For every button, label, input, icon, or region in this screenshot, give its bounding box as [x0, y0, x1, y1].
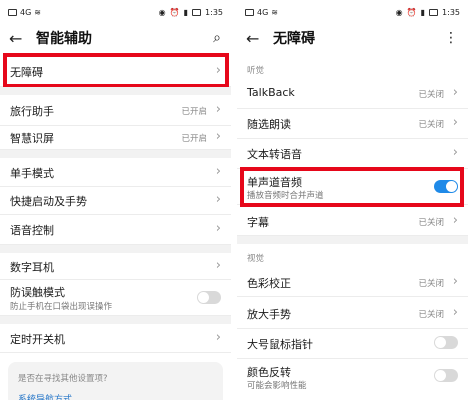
- item-label: 颜色反转: [247, 366, 291, 379]
- chevron-right-icon: ›: [215, 221, 221, 236]
- item-label: 放大手势: [247, 308, 291, 321]
- section-header-hearing: 听觉: [247, 66, 265, 76]
- back-arrow-icon[interactable]: ←: [9, 30, 22, 48]
- item-label: 色彩校正: [247, 277, 291, 290]
- item-label: 字幕: [247, 216, 269, 229]
- item-label: 数字耳机: [10, 261, 54, 274]
- chevron-right-icon: ›: [452, 145, 458, 160]
- item-label: 旅行助手: [10, 105, 54, 118]
- accidental-touch-toggle[interactable]: [197, 291, 221, 304]
- chevron-right-icon: ›: [452, 85, 458, 100]
- more-options-icon[interactable]: ⋮: [444, 29, 458, 47]
- sim-icon: [8, 9, 17, 16]
- item-label: 文本转语音: [247, 148, 302, 161]
- color-inversion-toggle[interactable]: [434, 369, 458, 382]
- item-status: 已关闭: [418, 120, 444, 130]
- network-label: 4G: [257, 8, 269, 17]
- item-description: 防止手机在口袋出现误操作: [10, 302, 113, 312]
- large-pointer-toggle[interactable]: [434, 336, 458, 349]
- item-status: 已开启: [181, 134, 207, 144]
- item-status: 已关闭: [418, 90, 444, 100]
- chevron-right-icon: ›: [215, 129, 221, 144]
- chevron-right-icon: ›: [215, 102, 221, 117]
- item-label: 随选朗读: [247, 118, 291, 131]
- signal-bars-icon: ▮: [183, 8, 189, 17]
- page-header: ← 无障碍 ⋮: [237, 28, 468, 52]
- chevron-right-icon: ›: [215, 164, 221, 179]
- alarm-icon: ⏰: [406, 8, 417, 17]
- item-label: 单手模式: [10, 167, 54, 180]
- item-label: 智慧识屏: [10, 132, 54, 145]
- item-label: TalkBack: [247, 86, 295, 99]
- highlight-box: [240, 167, 464, 207]
- menu-item-color-correction[interactable]: 色彩校正 已关闭 ›: [237, 268, 468, 297]
- menu-item-accidental-touch[interactable]: 防误触模式 防止手机在口袋出现误操作: [0, 279, 231, 316]
- status-bar: 4G ≋ ◉ ⏰ ▮ 1:35: [237, 0, 468, 28]
- section-gap: [237, 236, 468, 244]
- wifi-icon: ≋: [271, 8, 278, 17]
- wifi-icon: ≋: [34, 8, 41, 17]
- signal-bars-icon: ▮: [420, 8, 426, 17]
- suggestion-link[interactable]: 系统导航方式: [18, 392, 72, 400]
- menu-item-scheduled-power[interactable]: 定时开关机 ›: [0, 324, 231, 353]
- item-label: 定时开关机: [10, 333, 65, 346]
- alarm-icon: ⏰: [169, 8, 180, 17]
- item-status: 已关闭: [418, 218, 444, 228]
- chevron-right-icon: ›: [452, 213, 458, 228]
- section-header-vision: 视觉: [247, 254, 265, 264]
- item-description: 可能会影响性能: [247, 381, 307, 391]
- eye-comfort-icon: ◉: [395, 8, 403, 17]
- back-arrow-icon[interactable]: ←: [246, 30, 259, 48]
- item-label: 防误触模式: [10, 286, 65, 299]
- suggestion-question: 是否在寻找其他设置项?: [18, 374, 108, 384]
- page-header: ← 智能辅助 ⌕: [0, 28, 231, 52]
- item-label: 语音控制: [10, 224, 54, 237]
- suggestion-card: 是否在寻找其他设置项? 系统导航方式: [8, 362, 223, 400]
- item-status: 已关闭: [418, 279, 444, 289]
- item-label: 快捷启动及手势: [10, 195, 87, 208]
- chevron-right-icon: ›: [215, 258, 221, 273]
- section-gap: [0, 245, 231, 253]
- menu-item-magnification[interactable]: 放大手势 已关闭 ›: [237, 298, 468, 329]
- chevron-right-icon: ›: [452, 274, 458, 289]
- menu-item-talkback[interactable]: TalkBack 已关闭 ›: [237, 78, 468, 109]
- chevron-right-icon: ›: [452, 115, 458, 130]
- eye-comfort-icon: ◉: [158, 8, 166, 17]
- item-status: 已开启: [181, 107, 207, 117]
- item-label: 大号鼠标指针: [247, 338, 313, 351]
- status-bar: 4G ≋ ◉ ⏰ ▮ 1:35: [0, 0, 231, 28]
- search-icon[interactable]: ⌕: [213, 29, 221, 47]
- chevron-right-icon: ›: [215, 192, 221, 207]
- menu-item-quick-launch-gestures[interactable]: 快捷启动及手势 ›: [0, 186, 231, 215]
- section-gap: [0, 150, 231, 158]
- page-title: 无障碍: [273, 31, 315, 47]
- chevron-right-icon: ›: [215, 330, 221, 345]
- menu-item-captions[interactable]: 字幕 已关闭 ›: [237, 207, 468, 236]
- menu-item-text-to-speech[interactable]: 文本转语音 ›: [237, 138, 468, 169]
- highlight-box: [3, 53, 229, 88]
- settings-panel-smart-assist: 4G ≋ ◉ ⏰ ▮ 1:35 ← 智能辅助 ⌕ 无障碍 › 旅行助手 已开启 …: [0, 0, 231, 400]
- menu-item-color-inversion[interactable]: 颜色反转 可能会影响性能: [237, 360, 468, 394]
- chevron-right-icon: ›: [452, 305, 458, 320]
- settings-panel-accessibility: 4G ≋ ◉ ⏰ ▮ 1:35 ← 无障碍 ⋮ 听觉 TalkBack 已关闭 …: [237, 0, 468, 400]
- sim-icon: [245, 9, 254, 16]
- item-status: 已关闭: [418, 310, 444, 320]
- menu-item-one-hand-mode[interactable]: 单手模式 ›: [0, 158, 231, 187]
- menu-item-digital-headset[interactable]: 数字耳机 ›: [0, 253, 231, 280]
- status-time: 1:35: [205, 8, 223, 17]
- status-time: 1:35: [442, 8, 460, 17]
- page-title: 智能辅助: [36, 31, 92, 47]
- menu-item-large-pointer[interactable]: 大号鼠标指针: [237, 328, 468, 359]
- section-gap: [0, 316, 231, 324]
- battery-icon: [429, 9, 439, 16]
- network-label: 4G: [20, 8, 32, 17]
- menu-item-travel-assistant[interactable]: 旅行助手 已开启 ›: [0, 95, 231, 126]
- menu-item-voice-control[interactable]: 语音控制 ›: [0, 214, 231, 245]
- menu-item-smart-screen[interactable]: 智慧识屏 已开启 ›: [0, 125, 231, 150]
- menu-item-select-to-speak[interactable]: 随选朗读 已关闭 ›: [237, 108, 468, 139]
- battery-icon: [192, 9, 202, 16]
- section-gap: [0, 87, 231, 95]
